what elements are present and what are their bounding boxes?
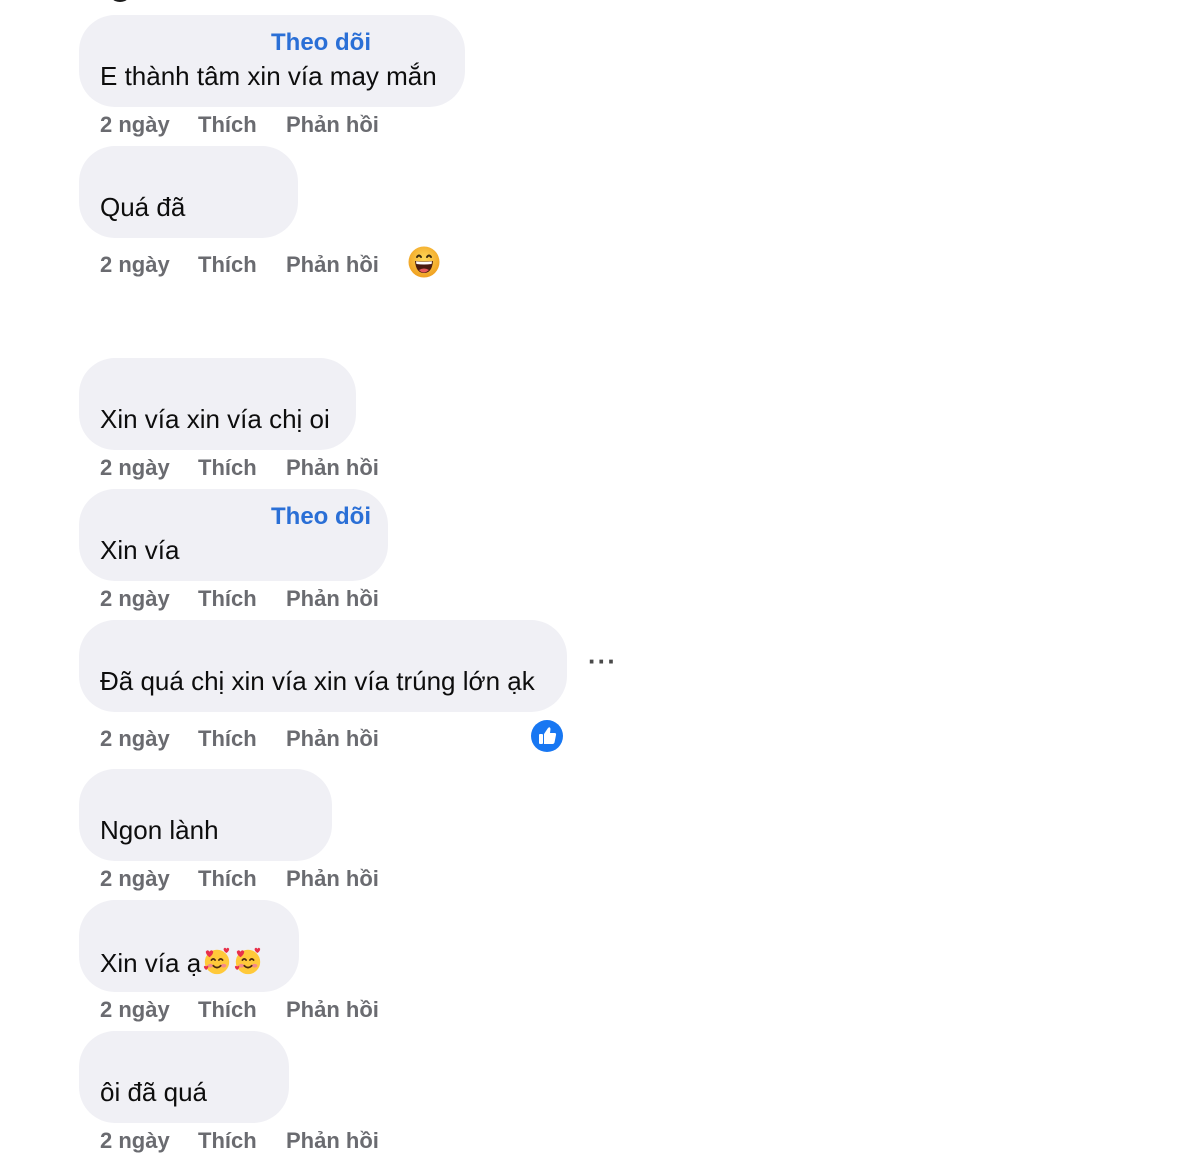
comment-item: Xin vía ạ 2 ngày Thích Phản hồi [79, 900, 379, 1022]
comment-time: 2 ngày [100, 455, 170, 480]
reply-button[interactable]: Phản hồi [286, 252, 379, 278]
like-button[interactable]: Thích [198, 112, 257, 138]
comment-item: Xin vía xin vía chị oi 2 ngày Thích Phản… [79, 358, 379, 480]
like-thumb-icon[interactable] [531, 720, 563, 752]
clipped-avatar-edge [108, 0, 132, 2]
comment-bubble[interactable]: Đã quá chị xin vía xin vía trúng lớn ạk [79, 620, 567, 712]
reply-button[interactable]: Phản hồi [286, 586, 379, 612]
comment-bubble[interactable]: Quá đã [79, 146, 298, 238]
more-options-icon[interactable]: ··· [588, 646, 617, 677]
reply-button[interactable]: Phản hồi [286, 726, 379, 752]
grinning-face-icon[interactable] [408, 246, 440, 278]
reply-button[interactable]: Phản hồi [286, 1128, 379, 1154]
comment-text: Ngon lành [100, 815, 219, 845]
comment-text: E thành tâm xin vía may mắn [100, 61, 437, 91]
reply-button[interactable]: Phản hồi [286, 866, 379, 892]
reply-button[interactable]: Phản hồi [286, 112, 379, 138]
comment-time: 2 ngày [100, 726, 170, 751]
comment-item: ôi đã quá 2 ngày Thích Phản hồi [79, 1031, 379, 1153]
comment-bubble[interactable]: Theo dõi Xin vía [79, 489, 388, 581]
comment-time: 2 ngày [100, 112, 170, 137]
comment-item: Quá đã 2 ngày Thích Phản hồi [79, 146, 440, 278]
comment-item: Đã quá chị xin vía xin vía trúng lớn ạk … [79, 620, 616, 752]
like-button[interactable]: Thích [198, 586, 257, 612]
comment-text-content: Xin vía ạ [100, 948, 202, 978]
like-button[interactable]: Thích [198, 455, 257, 481]
comment-item: Theo dõi Xin vía 2 ngày Thích Phản hồi [79, 489, 388, 611]
comment-item: Ngon lành 2 ngày Thích Phản hồi [79, 769, 379, 891]
like-button[interactable]: Thích [198, 866, 257, 892]
follow-link[interactable]: Theo dõi [271, 503, 371, 531]
comment-bubble[interactable]: Xin vía ạ [79, 900, 299, 992]
comment-time: 2 ngày [100, 1128, 170, 1153]
like-button[interactable]: Thích [198, 1128, 257, 1154]
comment-time: 2 ngày [100, 866, 170, 891]
reply-button[interactable]: Phản hồi [286, 455, 379, 481]
comment-time: 2 ngày [100, 997, 170, 1022]
smiling-face-with-hearts-icon [204, 947, 230, 975]
reply-button[interactable]: Phản hồi [286, 997, 379, 1023]
comment-text: Xin vía xin vía chị oi [100, 404, 330, 434]
comment-item: Theo dõi E thành tâm xin vía may mắn 2 n… [79, 15, 465, 137]
comment-bubble[interactable]: Xin vía xin vía chị oi [79, 358, 356, 450]
follow-link[interactable]: Theo dõi [271, 29, 371, 57]
comment-text: Đã quá chị xin vía xin vía trúng lớn ạk [100, 666, 535, 696]
like-button[interactable]: Thích [198, 726, 257, 752]
like-button[interactable]: Thích [198, 252, 257, 278]
comment-time: 2 ngày [100, 252, 170, 277]
comment-text: Xin vía ạ [100, 946, 263, 979]
comment-bubble[interactable]: ôi đã quá [79, 1031, 289, 1123]
smiling-face-with-hearts-icon [235, 947, 261, 975]
comment-text: Xin vía [100, 535, 180, 565]
comment-text: ôi đã quá [100, 1077, 207, 1107]
comment-bubble[interactable]: Ngon lành [79, 769, 332, 861]
like-button[interactable]: Thích [198, 997, 257, 1023]
comment-bubble[interactable]: Theo dõi E thành tâm xin vía may mắn [79, 15, 465, 107]
comment-text: Quá đã [100, 192, 186, 222]
comment-time: 2 ngày [100, 586, 170, 611]
